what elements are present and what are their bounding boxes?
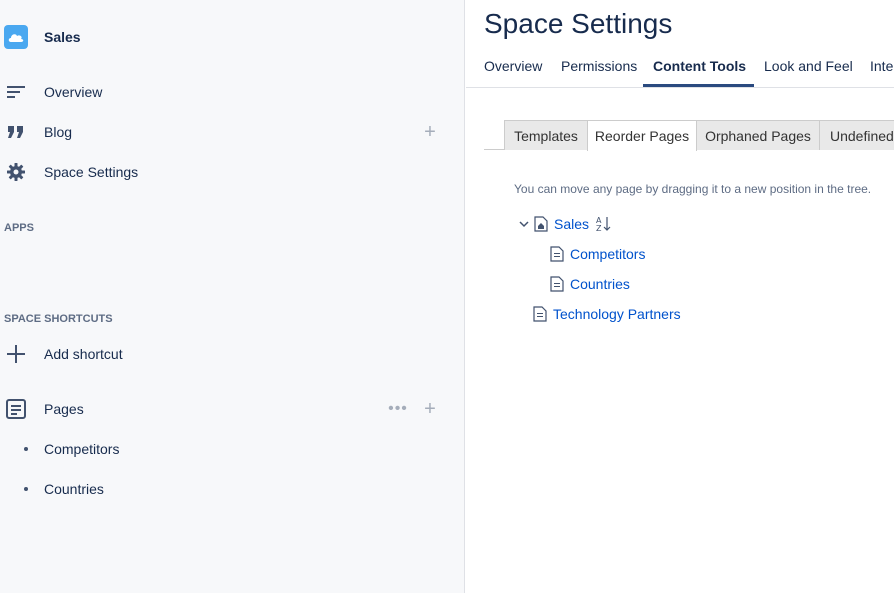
tree-node-technology-partners[interactable]: Technology Partners xyxy=(533,304,681,324)
page-child-label: Countries xyxy=(44,481,104,497)
sort-alpha-icon[interactable]: AZ xyxy=(595,215,611,233)
sidebar-page-competitors[interactable]: Competitors xyxy=(24,441,119,457)
bullet xyxy=(24,447,28,451)
tab-content-tools[interactable]: Content Tools xyxy=(653,58,746,74)
space-logo-icon xyxy=(4,25,28,49)
sidebar-item-label: Blog xyxy=(44,124,73,140)
tab-overview[interactable]: Overview xyxy=(484,58,542,74)
sidebar-item-overview[interactable]: Overview xyxy=(0,74,464,110)
tree-link-competitors[interactable]: Competitors xyxy=(570,246,645,262)
sidebar-item-space-settings[interactable]: Space Settings xyxy=(0,154,464,190)
svg-text:Z: Z xyxy=(596,224,602,233)
pages-label: Pages xyxy=(44,401,84,417)
sidebar-item-blog[interactable]: Blog + xyxy=(0,114,464,150)
add-shortcut-label: Add shortcut xyxy=(44,346,123,362)
tree-link-technology-partners[interactable]: Technology Partners xyxy=(553,306,681,322)
subtab-reorder-pages[interactable]: Reorder Pages xyxy=(587,120,697,151)
sidebar-item-pages[interactable]: Pages ••• + xyxy=(0,391,464,427)
sidebar: Sales Overview Blog + Space Settings APP… xyxy=(0,0,465,593)
subtab-templates[interactable]: Templates xyxy=(504,120,588,150)
sidebar-page-countries[interactable]: Countries xyxy=(24,481,104,497)
add-blog-plus-icon[interactable]: + xyxy=(420,122,440,142)
content-tools-subtabs: Templates Reorder Pages Orphaned Pages U… xyxy=(484,120,894,151)
tab-look-and-feel[interactable]: Look and Feel xyxy=(764,58,853,74)
gear-icon xyxy=(4,160,28,184)
space-header[interactable]: Sales xyxy=(4,25,81,49)
tree-link-countries[interactable]: Countries xyxy=(570,276,630,292)
main-content: Space Settings Overview Permissions Cont… xyxy=(466,0,894,593)
page-icon xyxy=(550,246,564,262)
add-page-plus-icon[interactable]: + xyxy=(420,399,440,419)
page-icon xyxy=(533,306,547,322)
tree-node-sales[interactable]: Sales AZ xyxy=(518,214,611,234)
tree-node-competitors[interactable]: Competitors xyxy=(550,244,645,264)
space-name: Sales xyxy=(44,29,81,45)
more-dots-icon[interactable]: ••• xyxy=(386,399,410,419)
add-shortcut-button[interactable]: Add shortcut xyxy=(0,336,464,372)
apps-heading: APPS xyxy=(4,222,34,234)
overview-lines-icon xyxy=(4,80,28,104)
subtab-orphaned-pages[interactable]: Orphaned Pages xyxy=(696,120,820,150)
active-tab-underline xyxy=(643,84,754,87)
tab-permissions[interactable]: Permissions xyxy=(561,58,637,74)
tree-link-sales[interactable]: Sales xyxy=(554,216,589,232)
subtab-undefined[interactable]: Undefined xyxy=(819,120,894,150)
plus-icon xyxy=(4,342,28,366)
tree-node-countries[interactable]: Countries xyxy=(550,274,630,294)
page-child-label: Competitors xyxy=(44,441,120,457)
tab-integrations[interactable]: Inte xyxy=(870,58,893,74)
settings-tabs: Overview Permissions Content Tools Look … xyxy=(466,48,894,88)
chevron-down-icon[interactable] xyxy=(518,218,530,230)
pages-icon xyxy=(4,397,28,421)
reorder-hint: You can move any page by dragging it to … xyxy=(514,182,872,196)
bullet xyxy=(24,487,28,491)
home-page-icon xyxy=(534,216,548,232)
space-shortcuts-heading: SPACE SHORTCUTS xyxy=(4,313,113,325)
quote-icon xyxy=(4,120,28,144)
sidebar-item-label: Overview xyxy=(44,84,103,100)
sidebar-item-label: Space Settings xyxy=(44,164,139,180)
page-icon xyxy=(550,276,564,292)
page-title: Space Settings xyxy=(484,8,673,39)
